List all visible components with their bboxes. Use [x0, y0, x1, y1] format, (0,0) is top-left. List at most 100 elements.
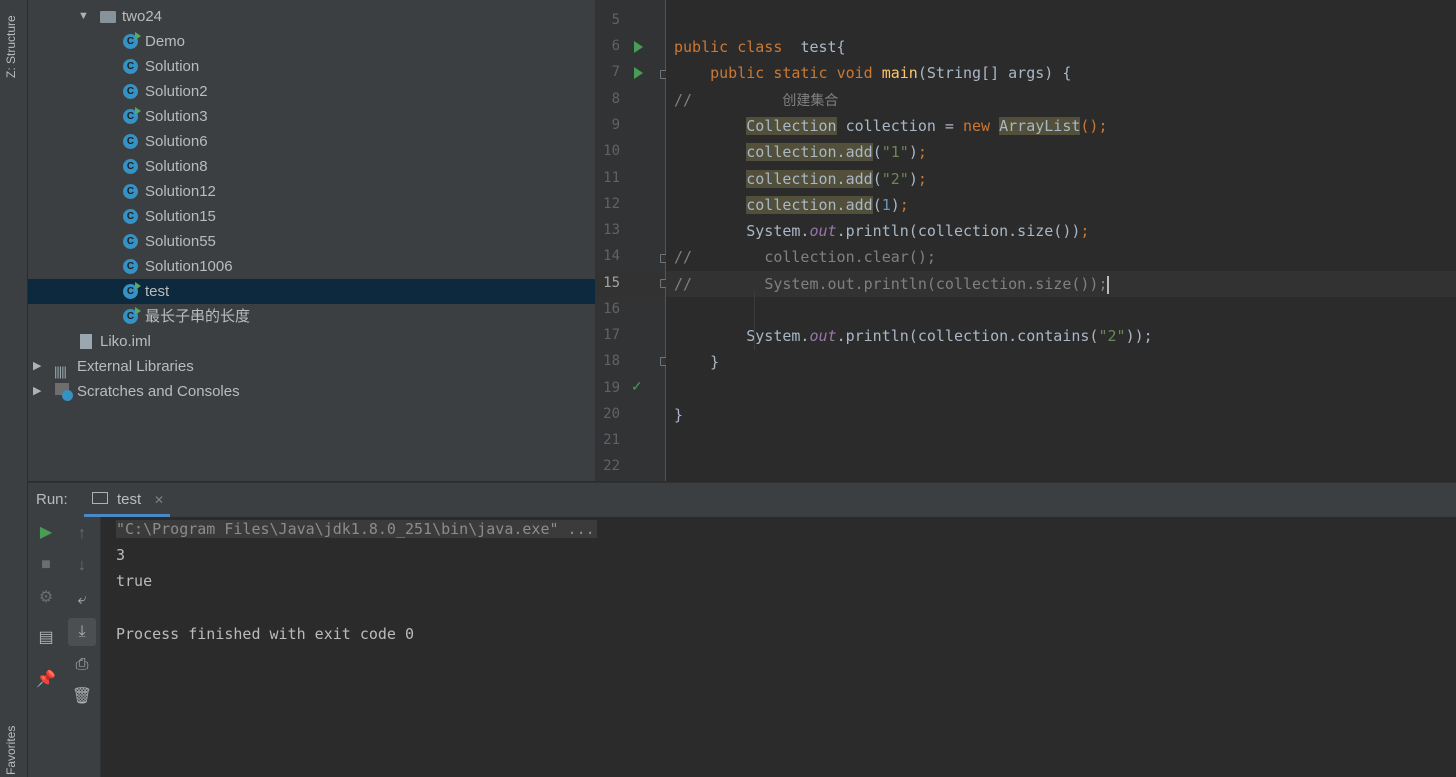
- print-icon[interactable]: ⎙: [64, 651, 100, 679]
- debug-settings-icon[interactable]: ⚙: [28, 584, 64, 612]
- class-icon: C: [123, 282, 141, 299]
- left-tool-strip: Z: Structure Favorites: [0, 0, 28, 777]
- line-number: 5: [611, 12, 620, 28]
- line-number: 13: [603, 222, 620, 238]
- file-label: 最长子串的长度: [145, 308, 251, 325]
- file-label: Solution55: [145, 233, 216, 250]
- expand-arrow-icon[interactable]: ▶: [33, 354, 41, 379]
- line-number: 16: [603, 301, 620, 317]
- favorites-tool-tab[interactable]: Favorites: [4, 726, 18, 775]
- tree-file-row[interactable]: C Solution3: [28, 104, 595, 129]
- file-label: Solution1006: [145, 258, 233, 275]
- down-arrow-icon[interactable]: ↓: [64, 552, 100, 580]
- code-line-6: public class test{: [674, 38, 846, 56]
- class-icon: C: [123, 59, 138, 74]
- code-line-20: }: [674, 406, 684, 424]
- scratches-label: Scratches and Consoles: [77, 383, 240, 400]
- line-number: 14: [603, 248, 620, 264]
- file-label: Demo: [145, 33, 186, 50]
- line-number: 12: [603, 196, 620, 212]
- run-toolbar-primary: ▶ ■ ⚙ ▤ 📌: [28, 517, 64, 777]
- expand-arrow-icon[interactable]: ▼: [78, 4, 89, 29]
- structure-tool-tab[interactable]: Z: Structure: [4, 15, 18, 78]
- external-libraries-label: External Libraries: [77, 358, 194, 375]
- run-toolbar-secondary: ↑ ↓ ⤶ ⤓ ⎙ 🗑: [64, 517, 101, 777]
- scroll-to-end-icon[interactable]: ⤓: [68, 618, 96, 646]
- tree-iml-file[interactable]: Liko.iml: [28, 329, 595, 354]
- code-line-7: public static void main(String[] args) {: [710, 64, 1072, 82]
- trash-icon[interactable]: 🗑: [64, 683, 100, 711]
- line-number: 9: [611, 117, 620, 133]
- tree-file-row[interactable]: C Solution2: [28, 79, 595, 104]
- code-line-8: // 创建集合: [674, 91, 839, 109]
- line-number: 8: [611, 91, 620, 107]
- tree-file-row[interactable]: C Solution15: [28, 204, 595, 229]
- close-tab-icon[interactable]: ✕: [154, 493, 164, 507]
- code-editor[interactable]: public class test{ public static void ma…: [666, 0, 1456, 481]
- code-line-13: System.out.println(collection.size());: [746, 222, 1090, 240]
- line-number: 11: [603, 170, 620, 186]
- code-line-10: collection.add("1");: [746, 143, 927, 161]
- class-icon: C: [123, 184, 138, 199]
- checkmark-icon: ✓: [631, 378, 643, 394]
- file-label: test: [145, 283, 170, 300]
- run-gutter-icon[interactable]: [634, 67, 643, 79]
- stop-icon[interactable]: ■: [28, 551, 64, 579]
- tree-file-row[interactable]: C Solution1006: [28, 254, 595, 279]
- pin-icon[interactable]: 📌: [28, 666, 64, 694]
- tree-scratches[interactable]: ▶ Scratches and Consoles: [28, 379, 595, 404]
- file-label: Solution15: [145, 208, 216, 225]
- file-label: Solution12: [145, 183, 216, 200]
- tree-file-row[interactable]: C Solution8: [28, 154, 595, 179]
- console-tab-icon: [92, 492, 108, 504]
- run-tab-test[interactable]: test ✕: [84, 483, 170, 517]
- class-icon: C: [123, 307, 141, 324]
- up-arrow-icon[interactable]: ↑: [64, 520, 100, 548]
- layout-icon[interactable]: ▤: [28, 624, 64, 652]
- folder-label: two24: [122, 8, 163, 25]
- code-line-17: System.out.println(collection.contains("…: [746, 327, 1153, 345]
- line-number: 6: [611, 38, 620, 54]
- tree-external-libraries[interactable]: ▶ ||||| External Libraries: [28, 354, 595, 379]
- console-output-line: true: [116, 572, 153, 590]
- line-number: 21: [603, 432, 620, 448]
- line-number: 18: [603, 353, 620, 369]
- console-output-line: 3: [116, 546, 126, 564]
- text-caret: [1107, 275, 1110, 294]
- line-number: 22: [603, 458, 620, 474]
- code-line-15: // System.out.println(collection.size())…: [674, 275, 1110, 294]
- line-number: 10: [603, 143, 620, 159]
- line-number: 19: [603, 380, 620, 396]
- line-number: 7: [611, 64, 620, 80]
- module-file-icon: [80, 334, 92, 349]
- tree-file-row[interactable]: C 最长子串的长度: [28, 304, 595, 329]
- tree-file-row[interactable]: C Solution55: [28, 229, 595, 254]
- rerun-icon[interactable]: ▶: [28, 519, 64, 547]
- tree-file-row-selected[interactable]: C test: [28, 279, 595, 304]
- code-line-11: collection.add("2");: [746, 170, 927, 188]
- class-icon: C: [123, 134, 138, 149]
- console-output[interactable]: "C:\Program Files\Java\jdk1.8.0_251\bin\…: [101, 517, 1456, 777]
- run-tab-label: test: [117, 491, 142, 508]
- tree-file-row[interactable]: C Solution12: [28, 179, 595, 204]
- file-label: Solution6: [145, 133, 208, 150]
- line-number-current: 15: [603, 275, 620, 291]
- file-label: Solution2: [145, 83, 208, 100]
- file-label: Solution8: [145, 158, 208, 175]
- code-line-9: Collection collection = new ArrayList();: [746, 117, 1108, 135]
- run-panel-header: Run: test ✕: [28, 482, 1456, 518]
- run-gutter-icon[interactable]: [634, 41, 643, 53]
- clock-icon: [62, 390, 73, 401]
- tree-folder-two24[interactable]: ▼ two24: [28, 4, 595, 29]
- console-finish-line: Process finished with exit code 0: [116, 625, 415, 643]
- tree-file-row[interactable]: C Demo: [28, 29, 595, 54]
- tree-file-row[interactable]: C Solution: [28, 54, 595, 79]
- file-label: Solution: [145, 58, 200, 75]
- tree-file-row[interactable]: C Solution6: [28, 129, 595, 154]
- code-line-18: }: [710, 353, 720, 371]
- soft-wrap-icon[interactable]: ⤶: [64, 586, 100, 614]
- class-icon: C: [123, 209, 138, 224]
- console-command-line: "C:\Program Files\Java\jdk1.8.0_251\bin\…: [116, 520, 597, 538]
- class-icon: C: [123, 84, 138, 99]
- expand-arrow-icon[interactable]: ▶: [33, 379, 41, 404]
